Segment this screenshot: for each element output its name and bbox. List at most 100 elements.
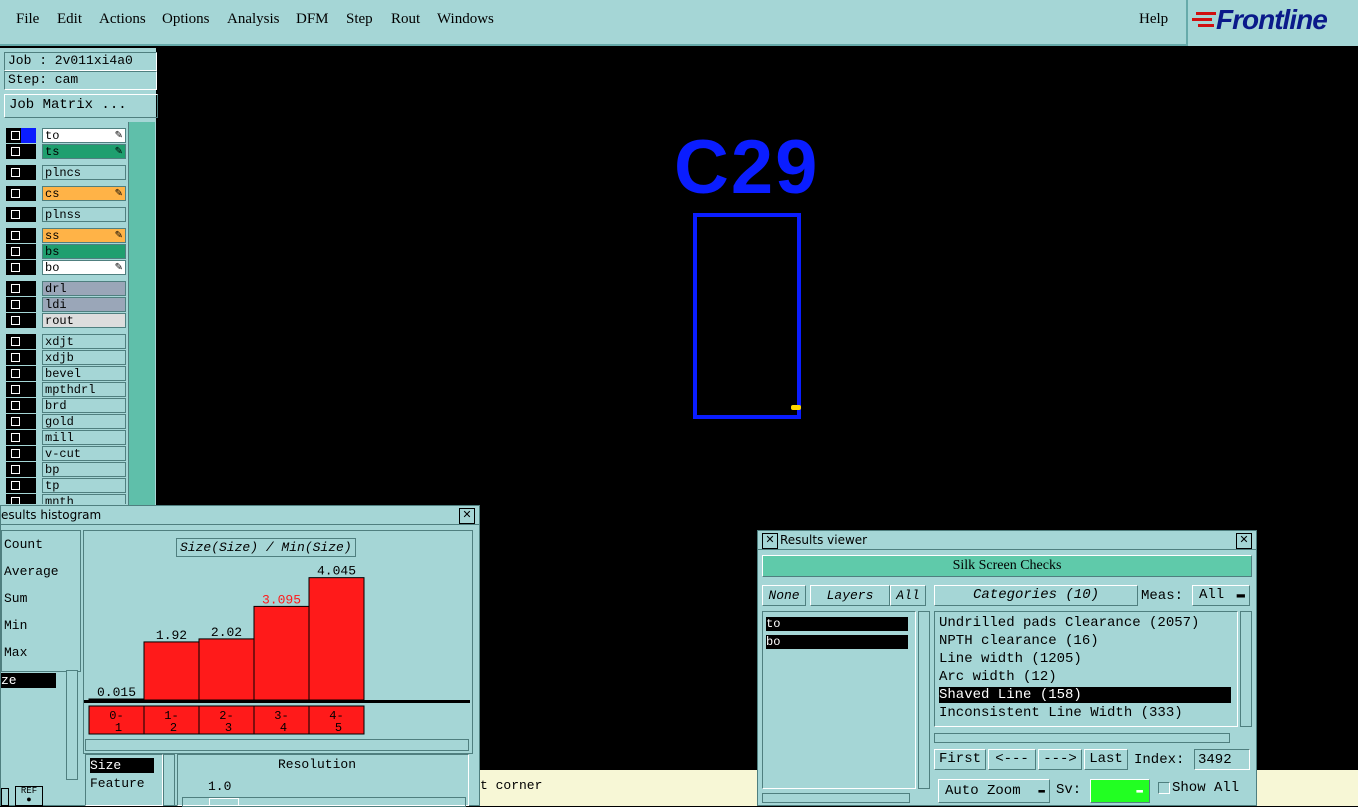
layer-checkbox[interactable] — [6, 366, 36, 381]
next-button[interactable]: ---> — [1038, 749, 1082, 770]
category-item[interactable]: Line width (1205) — [939, 651, 1231, 667]
layer-name[interactable]: drl — [42, 281, 126, 296]
layer-name[interactable]: bs — [42, 244, 126, 259]
category-item[interactable]: NPTH clearance (16) — [939, 633, 1231, 649]
layer-checkbox[interactable] — [6, 165, 36, 180]
layer-checkbox[interactable] — [6, 228, 36, 243]
menu-rout[interactable]: Rout — [391, 11, 420, 28]
ref-icon[interactable]: REF ● — [15, 786, 43, 806]
layer-list-scrollbar[interactable] — [918, 611, 930, 789]
menu-help[interactable]: Help — [1139, 11, 1168, 28]
result-marker[interactable] — [791, 405, 801, 410]
layer-row-bs[interactable]: bs — [4, 244, 126, 259]
layer-name[interactable]: tp — [42, 478, 126, 493]
layer-name[interactable]: v-cut — [42, 446, 126, 461]
layer-name[interactable]: ss ✎ — [42, 228, 126, 243]
layer-checkbox[interactable] — [6, 494, 36, 504]
job-matrix-button[interactable]: Job Matrix ... — [4, 94, 158, 118]
category-item[interactable]: Inconsistent Line Width (333) — [939, 705, 1231, 721]
auto-zoom-dropdown[interactable]: Auto Zoom ▬ — [938, 779, 1050, 803]
layer-name[interactable]: rout — [42, 313, 126, 328]
layer-checkbox[interactable] — [6, 186, 36, 201]
meas-dropdown[interactable]: All ▬ — [1192, 585, 1250, 606]
category-item[interactable]: Undrilled pads Clearance (2057) — [939, 615, 1231, 631]
layer-name[interactable]: mpthdrl — [42, 382, 126, 397]
menu-dfm[interactable]: DFM — [296, 11, 329, 28]
close-icon[interactable]: ✕ — [459, 508, 475, 524]
menu-step[interactable]: Step — [346, 11, 373, 28]
layer-name[interactable]: ts ✎ — [42, 144, 126, 159]
selected-field[interactable]: ze — [1, 673, 56, 688]
layer-row-ts[interactable]: ts ✎ — [4, 144, 126, 159]
layer-name[interactable]: plnss — [42, 207, 126, 222]
layer-name[interactable]: bo ✎ — [42, 260, 126, 275]
layer-row-bo[interactable]: bo ✎ — [4, 260, 126, 275]
layer-row-ldi[interactable]: ldi — [4, 297, 126, 312]
category-item[interactable]: Shaved Line (158) — [939, 687, 1231, 703]
menu-windows[interactable]: Windows — [437, 11, 494, 28]
check-set-button[interactable]: Silk Screen Checks — [762, 555, 1252, 577]
layer-row-ss[interactable]: ss ✎ — [4, 228, 126, 243]
histogram-bar-3-4[interactable] — [253, 605, 310, 701]
layer-checkbox[interactable] — [6, 128, 36, 143]
layer-list-scrollbar[interactable] — [128, 122, 155, 508]
size-list-scrollbar[interactable] — [163, 754, 175, 806]
stat-max[interactable]: Max — [4, 645, 27, 660]
histogram-bar-4-5[interactable] — [308, 577, 365, 701]
field-list-scrollbar[interactable] — [66, 670, 78, 780]
menu-actions[interactable]: Actions — [99, 11, 146, 28]
layer-row-tp[interactable]: tp — [4, 478, 126, 493]
show-all-checkbox[interactable] — [1158, 782, 1170, 794]
layer-checkbox[interactable] — [6, 144, 36, 159]
last-button[interactable]: Last — [1084, 749, 1128, 770]
layer-checkbox[interactable] — [6, 446, 36, 461]
layer-row-xdjt[interactable]: xdjt — [4, 334, 126, 349]
histogram-titlebar[interactable]: esults histogram ✕ — [1, 506, 479, 525]
component-outline[interactable] — [693, 213, 801, 419]
category-list-scrollbar[interactable] — [1240, 611, 1252, 727]
category-list-hscrollbar[interactable] — [934, 733, 1230, 743]
layer-checkbox[interactable] — [6, 398, 36, 413]
layer-name[interactable]: cs ✎ — [42, 186, 126, 201]
layer-row-brd[interactable]: brd — [4, 398, 126, 413]
result-layer-item[interactable]: bo — [766, 635, 908, 649]
histogram-bar-1-2[interactable] — [143, 641, 200, 701]
menu-file[interactable]: File — [16, 11, 39, 28]
layer-row-drl[interactable]: drl — [4, 281, 126, 296]
stat-sum[interactable]: Sum — [4, 591, 27, 606]
stat-average[interactable]: Average — [4, 564, 59, 579]
layer-checkbox[interactable] — [6, 382, 36, 397]
layer-row-gold[interactable]: gold — [4, 414, 126, 429]
menu-analysis[interactable]: Analysis — [227, 11, 280, 28]
prev-button[interactable]: <--- — [988, 749, 1036, 770]
first-button[interactable]: First — [934, 749, 986, 770]
sv-color-dropdown[interactable]: ▬ — [1090, 779, 1150, 803]
category-item[interactable]: Arc width (12) — [939, 669, 1231, 685]
layer-row-rout[interactable]: rout — [4, 313, 126, 328]
layer-checkbox[interactable] — [6, 430, 36, 445]
layer-name[interactable]: bp — [42, 462, 126, 477]
layer-name[interactable]: gold — [42, 414, 126, 429]
layer-row-plnss[interactable]: plnss — [4, 207, 126, 222]
layer-checkbox[interactable] — [6, 334, 36, 349]
result-layer-item[interactable]: to — [766, 617, 908, 631]
layer-checkbox[interactable] — [6, 260, 36, 275]
layer-checkbox[interactable] — [6, 462, 36, 477]
layers-button[interactable]: Layers — [810, 585, 890, 606]
results-viewer-titlebar[interactable]: ✕ Results viewer ✕ — [758, 531, 1256, 550]
stat-min[interactable]: Min — [4, 618, 27, 633]
index-input[interactable] — [1194, 749, 1250, 770]
layer-row-mpthdrl[interactable]: mpthdrl — [4, 382, 126, 397]
layer-row-to[interactable]: to ✎ — [4, 128, 126, 143]
layer-row-bevel[interactable]: bevel — [4, 366, 126, 381]
chart-hscrollbar[interactable] — [85, 739, 469, 751]
layer-checkbox[interactable] — [6, 414, 36, 429]
layer-checkbox[interactable] — [6, 297, 36, 312]
window-menu-icon[interactable]: ✕ — [762, 533, 778, 549]
slider-thumb[interactable] — [209, 798, 239, 806]
layer-name[interactable]: xdjt — [42, 334, 126, 349]
layer-checkbox[interactable] — [6, 207, 36, 222]
histogram-bar-2-3[interactable] — [198, 638, 255, 701]
none-button[interactable]: None — [762, 585, 806, 606]
layer-row-mnth[interactable]: mnth — [4, 494, 126, 504]
